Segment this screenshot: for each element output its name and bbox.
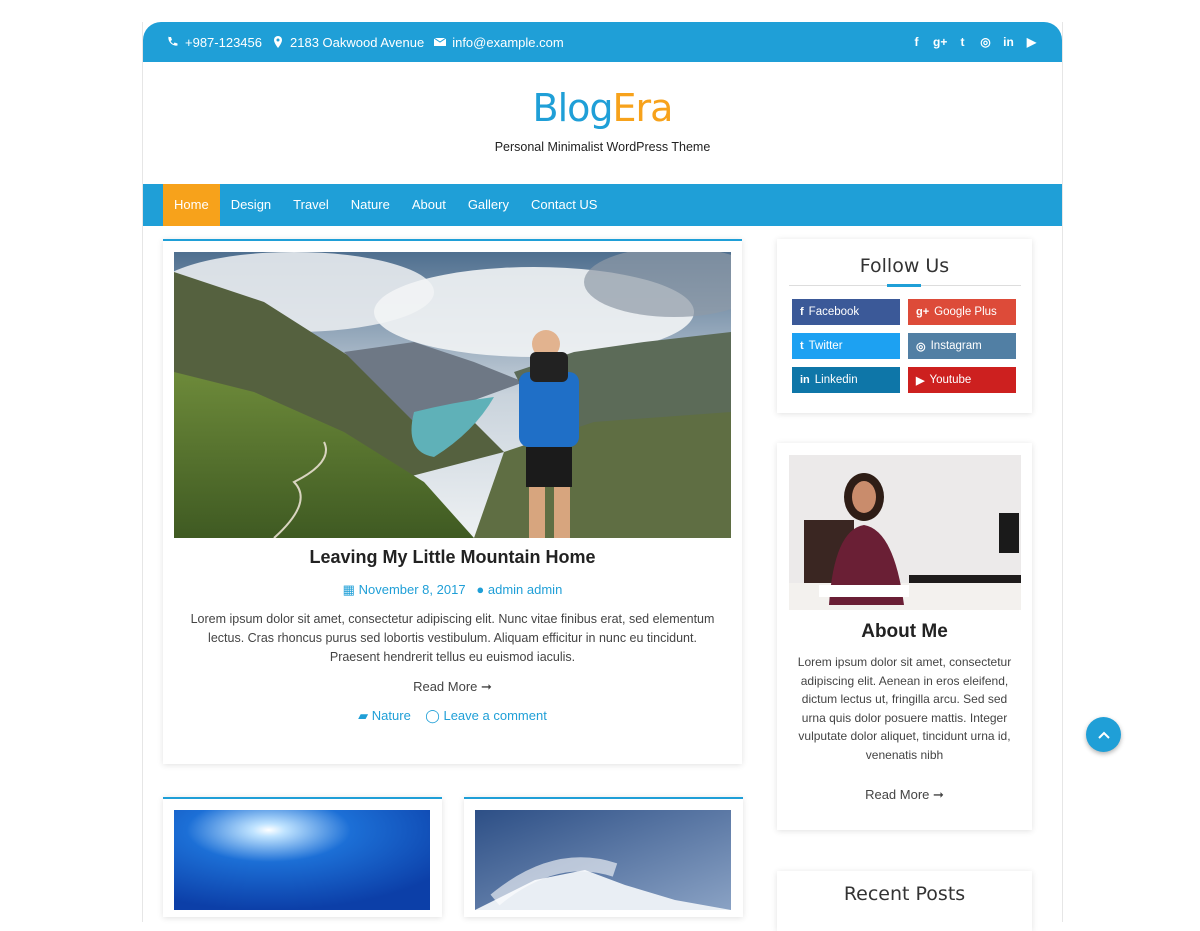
post-title[interactable]: Leaving My Little Mountain Home	[163, 547, 742, 568]
facebook-button[interactable]: f Facebook	[792, 299, 900, 325]
phone-contact[interactable]: +987-123456	[167, 35, 262, 50]
linkedin-icon[interactable]: in	[1002, 35, 1015, 49]
snowy-mountain-image	[475, 810, 731, 910]
nav-item-gallery[interactable]: Gallery	[457, 184, 520, 226]
social-buttons: f Facebook g+ Google Plus t Twitter ◎ Instag…	[792, 299, 1016, 393]
main-navigation: Home Design Travel Nature About Gallery …	[143, 184, 1062, 226]
email-contact[interactable]: info@example.com	[434, 34, 564, 50]
post-featured-image[interactable]	[174, 252, 731, 538]
calendar-icon: ▦	[342, 582, 355, 597]
post-date[interactable]: November 8, 2017	[359, 582, 466, 597]
linkedin-label: Linkedin	[814, 374, 858, 386]
google-plus-label: Google Plus	[934, 306, 997, 318]
sun-sky-image	[174, 810, 430, 910]
post-thumbnail[interactable]	[475, 810, 731, 910]
instagram-icon[interactable]: ◎	[979, 35, 992, 49]
twitter-icon: t	[800, 340, 804, 352]
nav-item-home[interactable]: Home	[163, 184, 220, 226]
about-text: Lorem ipsum dolor sit amet, consectetur …	[797, 655, 1012, 762]
youtube-icon[interactable]: ▶	[1025, 35, 1038, 49]
instagram-button[interactable]: ◎ Instagram	[908, 333, 1016, 359]
site-wrapper: +987-123456 2183 Oakwood Avenue info@exa…	[142, 22, 1063, 931]
envelope-icon	[434, 37, 447, 46]
post-author[interactable]: admin admin	[488, 582, 562, 597]
post-card[interactable]	[464, 797, 743, 917]
featured-post: Leaving My Little Mountain Home ▦ Novemb…	[163, 239, 742, 764]
facebook-icon[interactable]: f	[910, 35, 923, 49]
folder-icon: ▰	[358, 708, 369, 723]
instagram-label: Instagram	[930, 340, 982, 352]
site-header: BlogEra Personal Minimalist WordPress Th…	[143, 62, 1062, 184]
google-plus-button[interactable]: g+ Google Plus	[908, 299, 1016, 325]
about-me-widget: About Me Lorem ipsum dolor sit amet, con…	[777, 443, 1032, 830]
map-marker-icon	[274, 36, 282, 48]
logo-part-era: Era	[612, 86, 674, 130]
comment-icon: ◯	[425, 708, 440, 723]
back-to-top-button[interactable]	[1086, 717, 1121, 752]
facebook-label: Facebook	[808, 306, 860, 318]
instagram-icon: ◎	[916, 340, 926, 353]
google-plus-icon: g+	[916, 306, 930, 318]
about-read-more-label: Read More	[865, 787, 930, 802]
nav-item-contact[interactable]: Contact US	[520, 184, 608, 226]
post-card[interactable]	[163, 797, 442, 917]
about-read-more[interactable]: Read More ➞	[777, 787, 1032, 803]
woman-writing-image	[789, 455, 1021, 610]
mountain-landscape-image	[174, 252, 731, 538]
post-read-more[interactable]: Read More ➞	[163, 679, 742, 695]
nav-item-nature[interactable]: Nature	[340, 184, 401, 226]
nav-item-travel[interactable]: Travel	[282, 184, 340, 226]
linkedin-icon: in	[800, 374, 810, 386]
address-text: 2183 Oakwood Avenue	[290, 34, 425, 50]
post-comment-link[interactable]: Leave a comment	[443, 708, 546, 723]
user-icon: ●	[476, 582, 485, 597]
follow-us-widget: Follow Us f Facebook g+ Google Plus t Twitt…	[777, 239, 1032, 413]
youtube-label: Youtube	[929, 374, 972, 386]
recent-posts-widget: Recent Posts	[777, 871, 1032, 931]
chevron-up-icon	[1097, 731, 1110, 739]
email-text: info@example.com	[452, 34, 564, 50]
about-title: About Me	[861, 621, 948, 642]
address-contact[interactable]: 2183 Oakwood Avenue	[272, 35, 424, 50]
post-footer: ▰ Nature ◯ Leave a comment	[163, 708, 742, 724]
top-social-links: f g+ t ◎ in ▶	[910, 35, 1038, 49]
contact-info: +987-123456 2183 Oakwood Avenue info@exa…	[167, 35, 564, 50]
twitter-label: Twitter	[808, 340, 843, 352]
phone-icon	[168, 36, 178, 46]
post-excerpt: Lorem ipsum dolor sit amet, consectetur …	[190, 612, 715, 664]
youtube-icon: ▶	[916, 374, 925, 387]
post-thumbnail[interactable]	[174, 810, 430, 910]
twitter-button[interactable]: t Twitter	[792, 333, 900, 359]
arrow-right-icon: ➞	[481, 679, 492, 694]
title-underline	[788, 284, 1021, 287]
facebook-icon: f	[800, 306, 804, 318]
post-category[interactable]: Nature	[372, 708, 411, 723]
post-meta: ▦ November 8, 2017 ● admin admin	[163, 582, 742, 598]
site-tagline: Personal Minimalist WordPress Theme	[494, 140, 711, 154]
arrow-right-icon: ➞	[933, 787, 944, 802]
phone-text: +987-123456	[185, 34, 262, 50]
top-bar: +987-123456 2183 Oakwood Avenue info@exa…	[143, 22, 1062, 62]
linkedin-button[interactable]: in Linkedin	[792, 367, 900, 393]
about-image[interactable]	[789, 455, 1021, 610]
nav-item-design[interactable]: Design	[220, 184, 282, 226]
read-more-label: Read More	[413, 679, 478, 694]
logo-part-blog: Blog	[532, 86, 614, 130]
google-plus-icon[interactable]: g+	[933, 35, 947, 49]
nav-item-about[interactable]: About	[401, 184, 457, 226]
youtube-button[interactable]: ▶ Youtube	[908, 367, 1016, 393]
site-logo[interactable]: BlogEra	[143, 86, 1062, 130]
follow-us-title: Follow Us	[859, 255, 950, 277]
twitter-icon[interactable]: t	[956, 35, 969, 49]
